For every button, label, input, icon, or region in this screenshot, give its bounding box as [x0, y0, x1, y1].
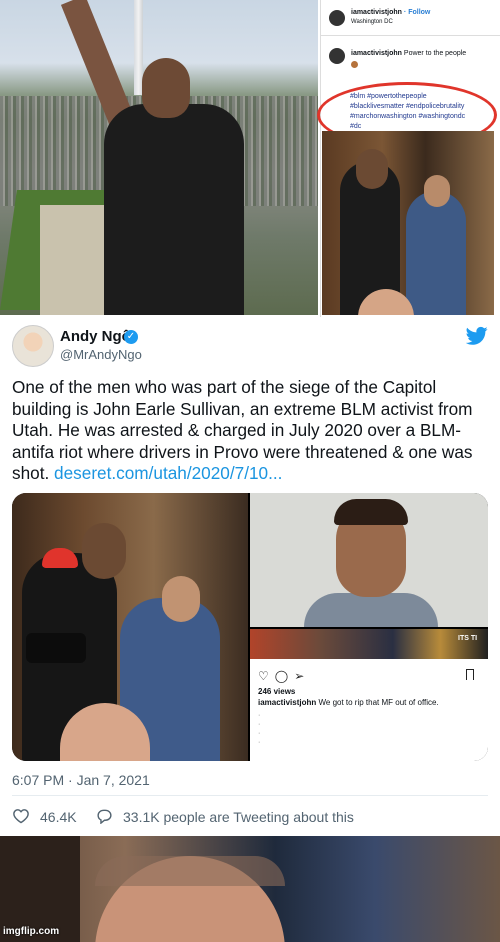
person-head	[162, 576, 200, 622]
follow-button[interactable]: Follow	[408, 9, 430, 16]
heart-icon[interactable]	[12, 808, 30, 824]
instagram-header: iamactivistjohn · Follow Washington DC	[329, 8, 499, 30]
instagram-username[interactable]: iamactivistjohn	[351, 9, 402, 16]
caption-text: We got to rip that MF out of office.	[318, 698, 439, 707]
heart-icon[interactable]: ♡	[258, 669, 275, 683]
comment-icon[interactable]: ◯	[275, 669, 294, 683]
view-count: 246 views	[258, 687, 296, 696]
mugshot-photo[interactable]	[250, 493, 488, 627]
caption-avatar[interactable]	[329, 48, 345, 64]
capitol-photo[interactable]	[12, 493, 248, 761]
twitter-bird-icon[interactable]	[466, 326, 488, 346]
man-head	[142, 58, 190, 118]
share-icon[interactable]: ➢	[294, 669, 310, 683]
tweet-stats: 46.4K 33.1K people are Tweeting about th…	[12, 807, 488, 827]
instagram-action-icons[interactable]: ♡◯➢	[258, 669, 310, 683]
hair	[95, 856, 285, 886]
closeup-photo	[0, 836, 500, 942]
top-collage: iamactivistjohn · Follow Washington DC i…	[0, 0, 500, 317]
caption-text: Power to the people	[403, 50, 467, 57]
divider	[12, 795, 488, 796]
divider	[321, 35, 500, 36]
speech-bubble-icon[interactable]	[96, 808, 113, 824]
tweet-avatar[interactable]	[12, 325, 54, 367]
capitol-photo-small	[322, 131, 494, 315]
banner-text: ITS TI	[458, 635, 478, 642]
user-handle[interactable]: @MrAndyNgo	[60, 347, 142, 362]
avatar[interactable]	[329, 10, 345, 26]
like-count[interactable]: 46.4K	[40, 809, 77, 825]
bookmark-icon[interactable]	[466, 669, 474, 680]
raised-fist-photo	[0, 0, 318, 315]
camera	[26, 633, 86, 663]
verified-badge-icon: ✓	[124, 330, 138, 344]
person-head	[356, 149, 388, 189]
tweet-media-grid[interactable]: ITS TI ♡◯➢ 246 views iamactivistjohn We …	[12, 493, 488, 761]
truncated-lines: · · · ·	[258, 712, 261, 746]
instagram-caption: iamactivistjohn We got to rip that MF ou…	[258, 698, 439, 707]
caption-username[interactable]: iamactivistjohn	[351, 50, 402, 57]
red-hat	[42, 548, 78, 568]
tweet-link[interactable]: deseret.com/utah/2020/7/10...	[54, 463, 282, 483]
tweet-text: One of the men who was part of the siege…	[12, 377, 490, 485]
display-name[interactable]: Andy Ngô	[60, 328, 131, 345]
person-blue-jacket	[406, 191, 466, 315]
tweeting-about-link[interactable]: 33.1K people are Tweeting about this	[123, 809, 354, 825]
instagram-location[interactable]: Washington DC	[351, 19, 393, 25]
hair	[334, 499, 408, 525]
person-head	[424, 175, 450, 207]
person-head	[82, 523, 126, 579]
man-figure	[104, 104, 244, 315]
caption-username[interactable]: iamactivistjohn	[258, 698, 316, 707]
instagram-screenshot[interactable]: ITS TI ♡◯➢ 246 views iamactivistjohn We …	[250, 629, 488, 761]
tweet-timestamp[interactable]: 6:07 PM · Jan 7, 2021	[12, 772, 150, 788]
instagram-photo-strip	[250, 629, 488, 659]
shirt	[304, 593, 438, 627]
imgflip-watermark: imgflip.com	[3, 926, 60, 937]
fist-emoji-icon	[351, 61, 358, 68]
tweet-card: Andy Ngô ✓ @MrAndyNgo One of the men who…	[0, 317, 500, 839]
